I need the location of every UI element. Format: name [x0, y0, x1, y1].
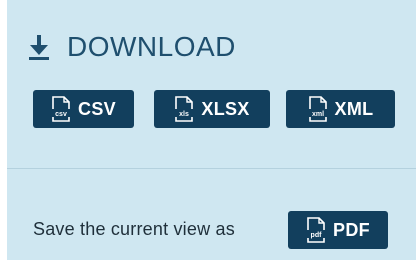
svg-text:xml: xml [312, 111, 324, 118]
csv-button-label: CSV [78, 98, 116, 119]
pdf-button-label: PDF [333, 219, 370, 240]
download-xml-button[interactable]: xml XML [286, 90, 395, 128]
svg-text:xls: xls [180, 111, 190, 118]
download-csv-button[interactable]: csv CSV [33, 90, 134, 128]
pdf-file-icon: pdf [306, 217, 326, 243]
save-pdf-button[interactable]: pdf PDF [288, 211, 388, 249]
download-icon [25, 31, 53, 63]
save-view-text: Save the current view as [33, 219, 235, 239]
download-header: DOWNLOAD [25, 27, 236, 67]
xlsx-button-label: XLSX [201, 98, 250, 119]
page-title: DOWNLOAD [67, 31, 236, 62]
svg-text:pdf: pdf [311, 232, 323, 239]
xml-button-label: XML [334, 98, 374, 119]
csv-file-icon: csv [51, 96, 71, 122]
section-divider [7, 168, 416, 169]
xml-file-icon: xml [308, 96, 328, 122]
svg-text:csv: csv [55, 111, 67, 118]
download-xlsx-button[interactable]: xls XLSX [154, 90, 270, 128]
xls-file-icon: xls [174, 96, 194, 122]
